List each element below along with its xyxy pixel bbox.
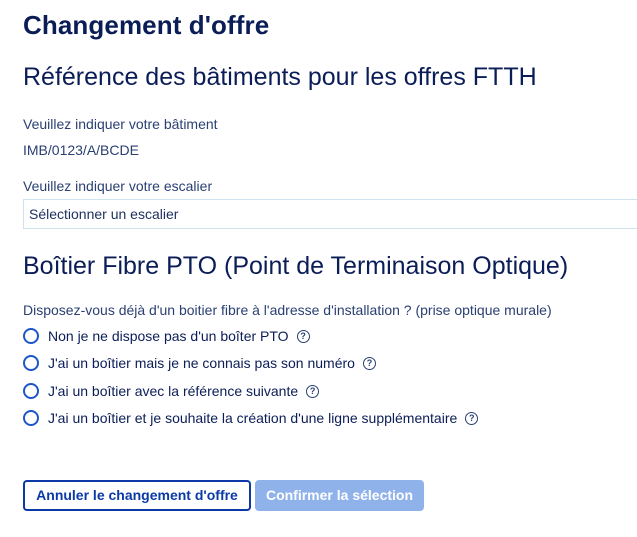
question-circle-icon[interactable]: ? bbox=[296, 329, 310, 343]
radio-option-unknown-number[interactable]: J'ai un boîtier mais je ne connais pas s… bbox=[23, 355, 376, 371]
question-circle-icon[interactable]: ? bbox=[362, 356, 376, 370]
radio-option-label: J'ai un boîtier et je souhaite la créati… bbox=[48, 410, 458, 426]
radio-empty-icon[interactable] bbox=[23, 383, 39, 399]
radio-empty-icon[interactable] bbox=[23, 410, 39, 426]
question-circle-icon[interactable]: ? bbox=[306, 384, 320, 398]
stair-select-value: Sélectionner un escalier bbox=[29, 206, 179, 222]
building-section-title: Référence des bâtiments pour les offres … bbox=[23, 63, 537, 91]
change-offer-page: Changement d'offre Référence des bâtimen… bbox=[0, 0, 637, 537]
radio-option-additional-line[interactable]: J'ai un boîtier et je souhaite la créati… bbox=[23, 410, 479, 426]
pto-section-title: Boîtier Fibre PTO (Point de Terminaison … bbox=[23, 252, 569, 280]
stair-select[interactable]: Sélectionner un escalier bbox=[23, 199, 637, 229]
building-value: IMB/0123/A/BCDE bbox=[23, 142, 139, 158]
radio-option-label: J'ai un boîtier avec la référence suivan… bbox=[48, 383, 299, 399]
confirm-selection-button[interactable]: Confirmer la sélection bbox=[255, 480, 424, 511]
radio-option-label: Non je ne dispose pas d'un boîter PTO bbox=[48, 328, 289, 344]
radio-empty-icon[interactable] bbox=[23, 355, 39, 371]
question-circle-icon[interactable]: ? bbox=[465, 411, 479, 425]
radio-option-no-pto[interactable]: Non je ne dispose pas d'un boîter PTO ? bbox=[23, 328, 310, 344]
stair-label: Veuillez indiquer votre escalier bbox=[23, 178, 213, 194]
radio-empty-icon[interactable] bbox=[23, 328, 39, 344]
radio-option-label: J'ai un boîtier mais je ne connais pas s… bbox=[48, 355, 355, 371]
page-title: Changement d'offre bbox=[23, 10, 270, 40]
cancel-change-offer-button[interactable]: Annuler le changement d'offre bbox=[23, 480, 251, 511]
radio-option-with-reference[interactable]: J'ai un boîtier avec la référence suivan… bbox=[23, 383, 320, 399]
building-label: Veuillez indiquer votre bâtiment bbox=[23, 116, 218, 132]
pto-question: Disposez-vous déjà d'un boitier fibre à … bbox=[23, 302, 552, 318]
